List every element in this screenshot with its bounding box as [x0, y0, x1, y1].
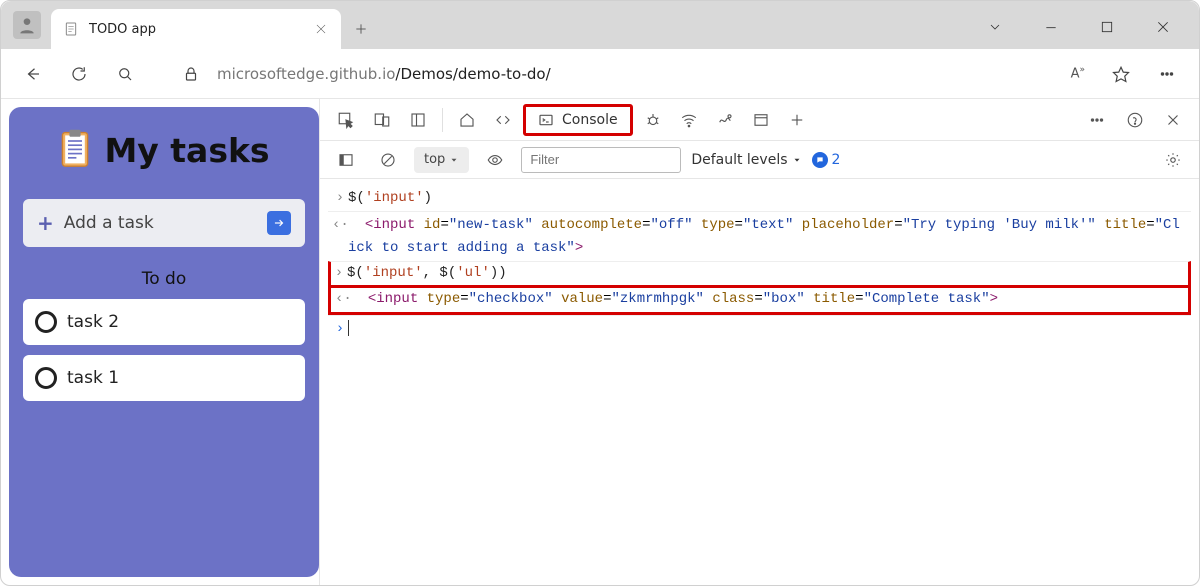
plus-icon: + — [37, 211, 54, 235]
task-label: task 1 — [67, 368, 119, 388]
devtools-close-button[interactable] — [1157, 104, 1189, 136]
clear-console-button[interactable] — [372, 144, 404, 176]
toggle-sidebar-button[interactable] — [330, 144, 362, 176]
task-row[interactable]: task 1 — [23, 355, 305, 401]
todo-section-label: To do — [23, 269, 305, 289]
tab-title: TODO app — [89, 22, 303, 37]
prompt-chevron-icon: › — [331, 262, 347, 284]
dock-side-button[interactable] — [402, 104, 434, 136]
read-aloud-button[interactable]: A» — [1071, 65, 1085, 81]
tasks-title: My tasks — [104, 131, 269, 170]
task-label: task 2 — [67, 312, 119, 332]
minimize-button[interactable] — [1037, 13, 1065, 41]
console-output[interactable]: › $('input') ‹· <input id="new-task" aut… — [320, 179, 1199, 348]
submit-task-button[interactable] — [267, 211, 291, 235]
favicon-document-icon — [63, 21, 79, 37]
back-button[interactable] — [19, 60, 47, 88]
task-row[interactable]: task 2 — [23, 299, 305, 345]
task-checkbox[interactable] — [35, 311, 57, 333]
execution-context-selector[interactable]: top — [414, 147, 469, 173]
log-level-selector[interactable]: Default levels — [691, 152, 801, 168]
prompt-chevron-icon: › — [332, 318, 348, 340]
add-task-placeholder: Add a task — [64, 213, 257, 233]
url-path: /Demos/demo-to-do/ — [395, 65, 550, 83]
console-toolbar: top Default levels 2 — [320, 141, 1199, 179]
browser-navbar: microsoftedge.github.io/Demos/demo-to-do… — [1, 49, 1199, 99]
console-tab-label: Console — [562, 112, 618, 128]
application-icon[interactable] — [745, 104, 777, 136]
help-button[interactable] — [1119, 104, 1151, 136]
context-label: top — [424, 152, 445, 167]
window-controls — [981, 13, 1199, 49]
issues-icon — [812, 152, 828, 168]
maximize-button[interactable] — [1093, 13, 1121, 41]
favorite-star-button[interactable] — [1107, 60, 1135, 88]
elements-tab-icon[interactable] — [487, 104, 519, 136]
clipboard-icon — [58, 127, 92, 173]
devtools-tabbar: Console — [320, 99, 1199, 141]
profile-avatar[interactable] — [13, 11, 41, 39]
console-result[interactable]: <input type="checkbox" value="zkmrmhpgk"… — [351, 288, 1184, 310]
devtools-panel: Console top Default levels — [319, 99, 1199, 585]
console-result-line: ‹· <input id="new-task" autocomplete="of… — [328, 211, 1191, 261]
new-tab-button[interactable] — [341, 9, 381, 49]
console-input-line: › $('input') — [328, 185, 1191, 211]
welcome-tab-icon[interactable] — [451, 104, 483, 136]
inspect-element-button[interactable] — [330, 104, 362, 136]
refresh-button[interactable] — [65, 60, 93, 88]
device-emulation-button[interactable] — [366, 104, 398, 136]
console-prompt[interactable]: › — [328, 315, 1191, 342]
sources-bug-icon[interactable] — [637, 104, 669, 136]
address-bar[interactable]: microsoftedge.github.io/Demos/demo-to-do… — [177, 60, 1135, 88]
tasks-app: My tasks + Add a task To do task 2 task … — [9, 107, 319, 577]
browser-tab[interactable]: TODO app — [51, 9, 341, 49]
result-chevron-icon: ‹· — [332, 214, 348, 236]
console-tab[interactable]: Console — [523, 104, 633, 136]
result-chevron-icon: ‹· — [335, 288, 351, 310]
search-button[interactable] — [111, 60, 139, 88]
prompt-chevron-icon: › — [332, 187, 348, 209]
more-tabs-button[interactable] — [781, 104, 813, 136]
devtools-more-button[interactable] — [1081, 104, 1113, 136]
task-checkbox[interactable] — [35, 367, 57, 389]
console-result-line-highlighted: ‹· <input type="checkbox" value="zkmrmhp… — [328, 285, 1191, 315]
levels-label: Default levels — [691, 152, 787, 168]
console-input[interactable] — [348, 318, 1187, 340]
content-area: My tasks + Add a task To do task 2 task … — [1, 99, 1199, 585]
site-lock-icon[interactable] — [177, 60, 205, 88]
console-result[interactable]: <input id="new-task" autocomplete="off" … — [348, 214, 1187, 259]
window-close-button[interactable] — [1149, 13, 1177, 41]
tasks-header: My tasks — [23, 127, 305, 173]
console-command: $('input', $('ul')) — [347, 262, 1184, 284]
issues-count: 2 — [832, 152, 841, 168]
console-input-line-highlighted: › $('input', $('ul')) — [328, 261, 1191, 287]
add-task-card[interactable]: + Add a task — [23, 199, 305, 247]
console-filter-input[interactable] — [521, 147, 681, 173]
network-wifi-icon[interactable] — [673, 104, 705, 136]
console-command: $('input') — [348, 187, 1187, 209]
more-menu-button[interactable] — [1153, 60, 1181, 88]
performance-icon[interactable] — [709, 104, 741, 136]
url-host: microsoftedge.github.io — [217, 65, 395, 83]
browser-tabbar: TODO app — [1, 1, 1199, 49]
url-text: microsoftedge.github.io/Demos/demo-to-do… — [217, 65, 551, 83]
live-expression-button[interactable] — [479, 144, 511, 176]
console-settings-button[interactable] — [1157, 144, 1189, 176]
tab-close-button[interactable] — [313, 21, 329, 37]
issues-button[interactable]: 2 — [812, 152, 841, 168]
chevron-down-icon[interactable] — [981, 13, 1009, 41]
